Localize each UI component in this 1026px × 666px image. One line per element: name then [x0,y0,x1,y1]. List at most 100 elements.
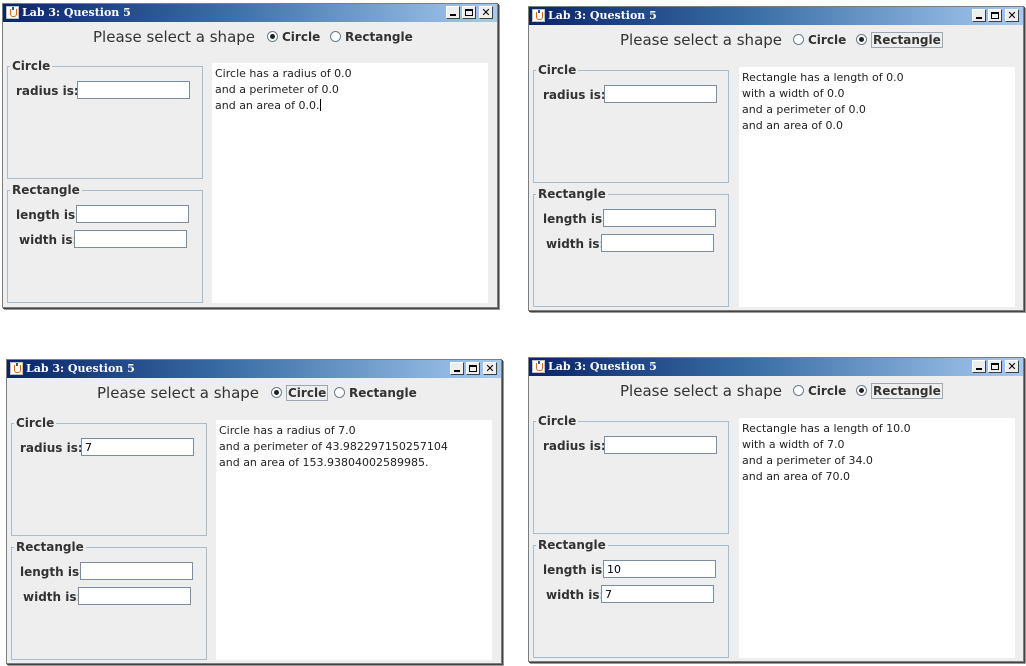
minimize-button[interactable] [972,9,986,22]
radio-circle-label: Circle [808,33,847,47]
length-label: length is: [543,212,607,226]
radio-rectangle-label: Rectangle [345,30,413,44]
minimize-icon [976,368,982,370]
radius-label: radius is: [543,439,606,453]
radio-circle-indicator[interactable] [267,31,278,42]
minimize-button[interactable] [446,6,460,19]
result-line: Rectangle has a length of 0.0 [742,71,904,84]
width-label: width is: [546,237,605,251]
title-bar[interactable]: Lab 3: Question 5 ✕ [529,7,1023,25]
radius-input[interactable] [81,438,194,456]
radio-rectangle-label: Rectangle [871,383,943,399]
length-input[interactable] [603,560,716,578]
radius-input[interactable] [604,85,717,103]
length-label: length is: [543,563,607,577]
maximize-icon [465,9,473,16]
result-line: and a perimeter of 0.0 [215,83,339,96]
title-bar[interactable]: Lab 3: Question 5 ✕ [7,360,501,378]
radio-circle[interactable]: Circle [271,385,329,402]
app-window: Lab 3: Question 5 ✕ Please select a shap… [528,357,1024,662]
close-icon: ✕ [481,6,491,19]
radio-circle-indicator[interactable] [793,34,804,45]
title-bar[interactable]: Lab 3: Question 5 ✕ [529,358,1023,376]
width-label: width is: [23,590,82,604]
circle-group: Circle [533,63,729,183]
rectangle-group-title: Rectangle [538,187,606,201]
circle-group-title: Circle [16,416,55,430]
minimize-button[interactable] [972,360,986,373]
rectangle-group-title: Rectangle [538,538,606,552]
width-input[interactable] [78,587,191,605]
circle-group-title: Circle [538,63,577,77]
radius-label: radius is: [16,84,79,98]
text-caret [319,99,321,111]
radio-circle[interactable]: Circle [793,384,846,400]
radio-circle-indicator[interactable] [271,387,282,398]
result-text-area[interactable]: Rectangle has a length of 10.0 with a wid… [739,418,1015,658]
radio-circle[interactable]: Circle [793,33,846,49]
radio-rectangle-indicator[interactable] [856,34,867,45]
radius-label: radius is: [20,441,83,455]
window-title: Lab 3: Question 5 [26,362,135,375]
maximize-button[interactable] [462,6,476,19]
result-text-area[interactable]: Rectangle has a length of 0.0 with a widt… [739,67,1015,307]
close-icon: ✕ [1007,360,1017,373]
radius-input[interactable] [77,81,190,99]
close-button[interactable]: ✕ [1005,360,1019,373]
radio-circle-indicator[interactable] [793,385,804,396]
radio-rectangle[interactable]: Rectangle [856,32,943,49]
close-button[interactable]: ✕ [1005,9,1019,22]
result-text-area[interactable]: Circle has a radius of 7.0 and a perimete… [216,420,492,660]
result-line: and an area of 153.93804002589985. [219,456,429,469]
window-title: Lab 3: Question 5 [548,360,657,373]
maximize-icon [469,365,477,372]
java-icon [10,362,23,375]
shape-prompt: Please select a shape [620,31,783,49]
minimize-icon [976,17,982,19]
result-line: and an area of 0.0. [215,99,321,112]
length-input[interactable] [80,562,193,580]
maximize-button[interactable] [988,9,1002,22]
close-icon: ✕ [1007,9,1017,22]
result-line: with a width of 0.0 [742,87,845,100]
app-window: Lab 3: Question 5 ✕ Please select a shap… [6,359,502,664]
circle-group-title: Circle [12,59,51,73]
radio-rectangle-indicator[interactable] [330,31,341,42]
minimize-icon [454,370,460,372]
radius-input[interactable] [604,436,717,454]
maximize-button[interactable] [988,360,1002,373]
result-line: and a perimeter of 43.982297150257104 [219,440,448,453]
width-input[interactable] [601,585,714,603]
width-label: width is: [546,588,605,602]
maximize-icon [991,363,999,370]
width-input[interactable] [74,230,187,248]
close-button[interactable]: ✕ [483,362,497,375]
shape-prompt: Please select a shape [97,384,260,402]
length-label: length is: [16,208,80,222]
length-input[interactable] [603,209,716,227]
title-bar[interactable]: Lab 3: Question 5 ✕ [3,4,497,22]
radio-rectangle[interactable]: Rectangle [334,386,417,402]
result-line: and a perimeter of 0.0 [742,103,866,116]
length-input[interactable] [76,205,189,223]
circle-group-title: Circle [538,414,577,428]
radio-circle-label: Circle [282,30,321,44]
radio-rectangle[interactable]: Rectangle [330,30,413,46]
radio-rectangle[interactable]: Rectangle [856,383,943,400]
result-line: Circle has a radius of 7.0 [219,424,356,437]
radio-circle-label: Circle [286,385,329,401]
length-label: length is: [20,565,84,579]
shape-prompt: Please select a shape [93,28,256,46]
minimize-button[interactable] [450,362,464,375]
window-title: Lab 3: Question 5 [548,9,657,22]
radio-rectangle-indicator[interactable] [856,385,867,396]
java-icon [532,360,545,373]
radio-rectangle-indicator[interactable] [334,387,345,398]
maximize-button[interactable] [466,362,480,375]
close-button[interactable]: ✕ [479,6,493,19]
radio-circle[interactable]: Circle [267,30,320,46]
rectangle-group-title: Rectangle [12,183,80,197]
result-text-area[interactable]: Circle has a radius of 0.0 and a perimete… [212,63,488,303]
radio-rectangle-label: Rectangle [871,32,943,48]
width-input[interactable] [601,234,714,252]
